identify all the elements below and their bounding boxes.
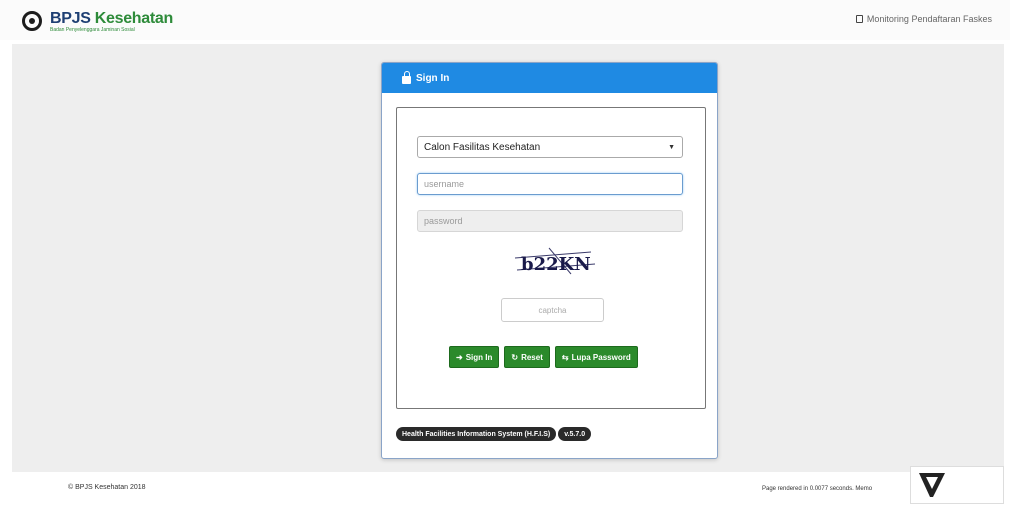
sign-in-button[interactable]: ➜ Sign In bbox=[449, 346, 500, 368]
sign-in-panel: Sign In Calon Fasilitas Kesehatan ▼ b22K… bbox=[381, 62, 718, 459]
logo-mark-icon bbox=[22, 11, 42, 31]
captcha-input[interactable] bbox=[501, 298, 604, 322]
panel-heading: Sign In bbox=[382, 63, 717, 93]
version-badge: v.5.7.0 bbox=[558, 427, 592, 441]
copyright-text: © BPJS Kesehatan 2018 bbox=[68, 484, 146, 491]
captcha-text: b22KN bbox=[521, 254, 591, 275]
monitoring-link[interactable]: Monitoring Pendaftaran Faskes bbox=[855, 14, 992, 24]
captcha-image: b22KN bbox=[511, 244, 599, 278]
caret-down-icon: ▼ bbox=[668, 143, 675, 151]
username-input[interactable] bbox=[417, 173, 683, 195]
button-group: ➜ Sign In ↻ Reset ⇆ Lupa Password bbox=[449, 346, 638, 368]
reset-icon: ↻ bbox=[511, 352, 519, 362]
brand-subtitle: Badan Penyelenggara Jaminan Sosial bbox=[50, 27, 135, 33]
select-value: Calon Fasilitas Kesehatan bbox=[424, 141, 541, 153]
transfer-icon: ⇆ bbox=[561, 352, 569, 362]
brand-title: BPJS Kesehatan bbox=[50, 10, 173, 27]
login-form: Calon Fasilitas Kesehatan ▼ b22KN ➜ Sign… bbox=[396, 107, 706, 409]
password-input[interactable] bbox=[417, 210, 683, 232]
panel-title: Sign In bbox=[416, 72, 450, 84]
v-logo-icon bbox=[919, 473, 945, 497]
user-type-select[interactable]: Calon Fasilitas Kesehatan ▼ bbox=[417, 136, 683, 158]
monitor-icon bbox=[855, 15, 863, 23]
partner-logo bbox=[910, 466, 1004, 504]
reset-button[interactable]: ↻ Reset bbox=[504, 346, 550, 368]
bpjs-logo[interactable]: BPJS Kesehatan Badan Penyelenggara Jamin… bbox=[22, 10, 173, 33]
render-info-text: Page rendered in 0.0077 seconds. Memo bbox=[762, 486, 873, 492]
system-badges: Health Facilities Information System (H.… bbox=[396, 427, 592, 441]
forgot-password-button[interactable]: ⇆ Lupa Password bbox=[554, 346, 638, 368]
sign-in-icon: ➜ bbox=[456, 352, 463, 362]
top-navbar: BPJS Kesehatan Badan Penyelenggara Jamin… bbox=[0, 0, 1010, 40]
system-name-badge: Health Facilities Information System (H.… bbox=[396, 427, 557, 441]
lock-icon bbox=[402, 70, 411, 84]
